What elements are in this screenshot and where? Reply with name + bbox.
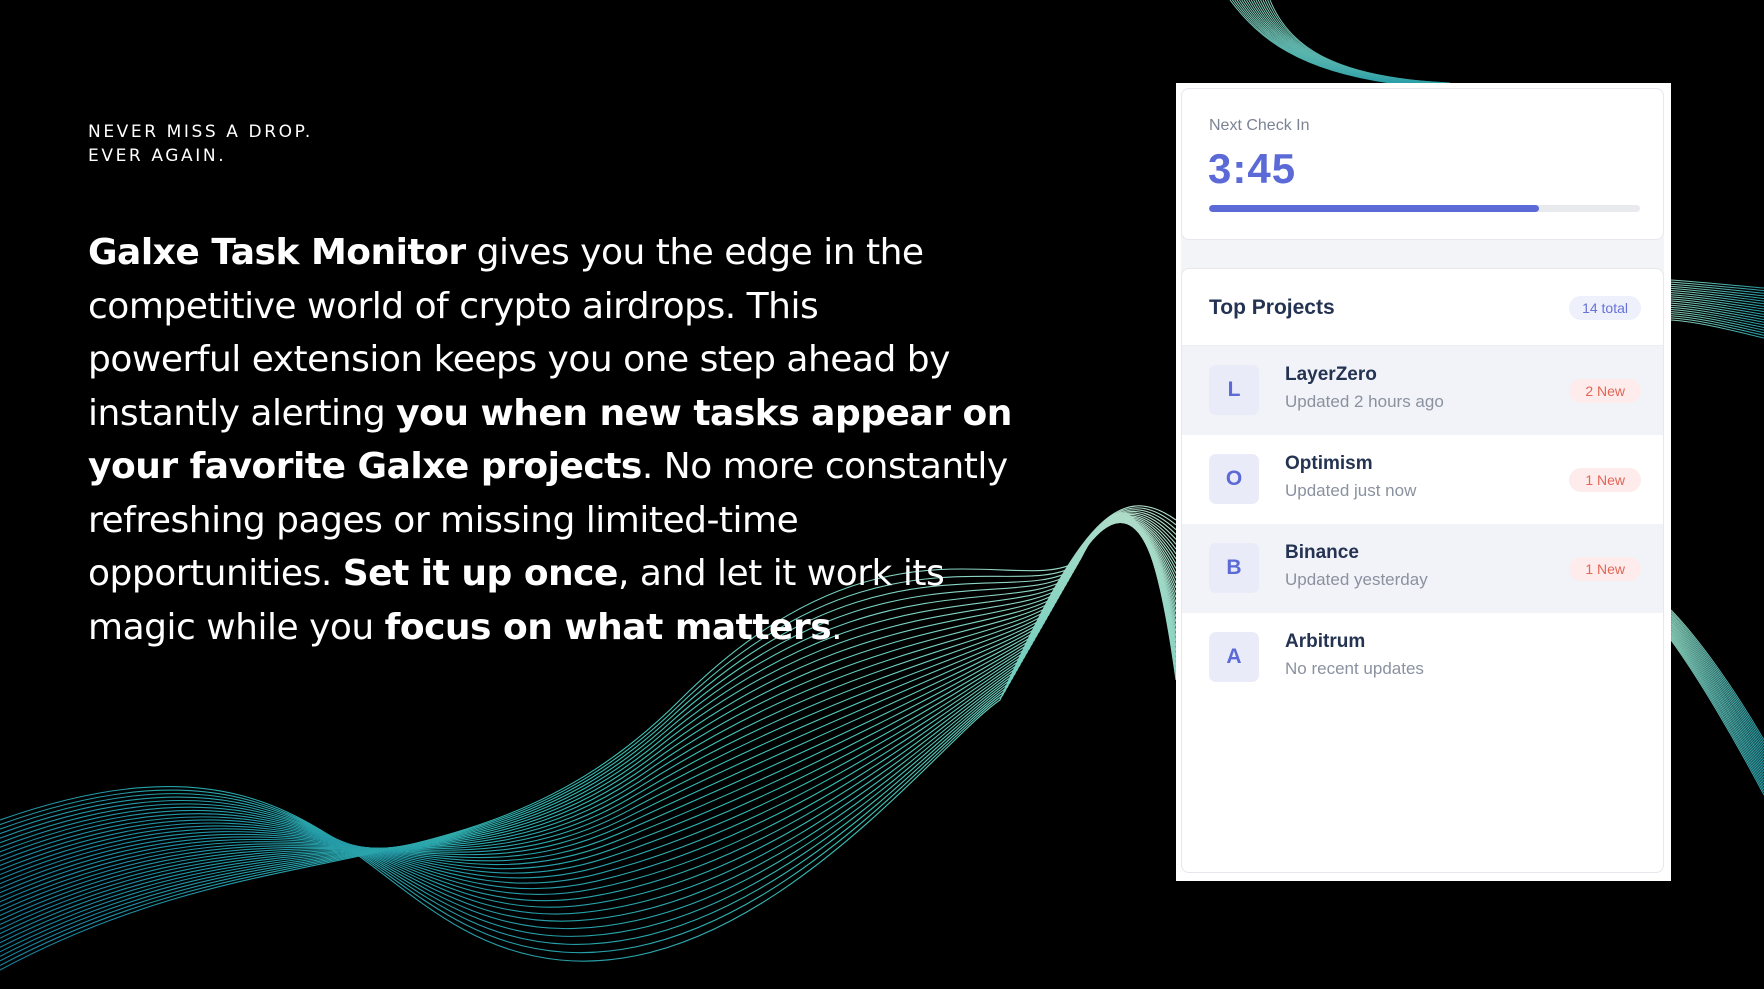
projects-total-badge: 14 total	[1569, 296, 1641, 320]
wave-line	[1229, 0, 1391, 84]
headline-text: , and let it work its	[617, 553, 945, 594]
tagline-line-2: EVER AGAIN.	[88, 146, 227, 166]
top-projects-card: Top Projects 14 total L LayerZero Update…	[1181, 268, 1664, 873]
headline-paragraph: Galxe Task Monitor gives you the edge in…	[88, 226, 1088, 654]
extension-popup-body: Next Check In 3:45 Top Projects 14 total…	[1181, 88, 1664, 873]
tagline-line-1: NEVER MISS A DROP.	[88, 122, 313, 142]
project-row-optimism[interactable]: O Optimism Updated just now 1 New	[1182, 435, 1663, 524]
headline-emphasis: you when new tasks appear on	[396, 392, 1012, 434]
headline-emphasis: your favorite Galxe projects	[88, 446, 642, 487]
project-avatar: L	[1209, 365, 1259, 415]
headline-text: refreshing pages or missing limited-time	[88, 499, 799, 541]
headline-text: instantly alerting	[88, 392, 397, 434]
new-tasks-badge: 1 New	[1569, 468, 1641, 492]
project-name: Optimism	[1285, 453, 1373, 474]
headline-product-name: Galxe Task Monitor	[88, 232, 466, 273]
headline-text: opportunities.	[88, 553, 343, 594]
project-avatar: O	[1209, 454, 1259, 504]
wave-line	[1670, 279, 1764, 289]
project-avatar: B	[1209, 543, 1259, 593]
next-check-countdown: 3:45	[1208, 145, 1297, 192]
wave-line	[1236, 0, 1401, 84]
project-avatar: A	[1209, 632, 1259, 682]
project-row-binance[interactable]: B Binance Updated yesterday 1 New	[1182, 524, 1663, 613]
project-row-arbitrum[interactable]: A Arbitrum No recent updates	[1182, 613, 1663, 702]
next-check-progress-fill	[1209, 205, 1539, 212]
headline-text: . No more constantly	[641, 446, 1008, 487]
headline-text: magic while you	[88, 606, 385, 648]
top-projects-header: Top Projects 14 total	[1182, 269, 1663, 346]
wave-line	[1241, 0, 1408, 84]
project-row-layerzero[interactable]: L LayerZero Updated 2 hours ago 2 New	[1182, 346, 1663, 435]
next-check-progress-bar	[1209, 205, 1640, 212]
headline-text: powerful extension keeps you one step ah…	[88, 339, 950, 380]
headline-emphasis: Set it up once	[342, 553, 619, 594]
project-name: Arbitrum	[1285, 631, 1366, 652]
next-check-label: Next Check In	[1209, 117, 1310, 134]
top-projects-title: Top Projects	[1209, 296, 1335, 319]
tagline: NEVER MISS A DROP. EVER AGAIN.	[88, 120, 313, 168]
new-tasks-badge: 1 New	[1569, 557, 1641, 581]
headline-text: competitive world of crypto airdrops. Th…	[88, 285, 819, 327]
headline-text: gives you the edge in the	[465, 232, 924, 273]
wave-line	[1670, 300, 1764, 315]
next-check-card: Next Check In 3:45	[1181, 88, 1664, 240]
project-status: Updated yesterday	[1285, 570, 1428, 589]
headline-text: .	[831, 606, 843, 648]
wave-line	[1670, 298, 1764, 313]
project-name: LayerZero	[1285, 364, 1377, 385]
project-status: Updated just now	[1285, 481, 1417, 500]
extension-popup-screenshot: Next Check In 3:45 Top Projects 14 total…	[1176, 83, 1671, 881]
project-status: Updated 2 hours ago	[1285, 392, 1444, 411]
project-name: Binance	[1285, 542, 1359, 563]
headline-emphasis: focus on what matters	[384, 606, 832, 648]
wave-line	[1670, 285, 1764, 297]
new-tasks-badge: 2 New	[1569, 379, 1641, 403]
wave-line	[1238, 0, 1405, 84]
project-status: No recent updates	[1285, 659, 1424, 678]
